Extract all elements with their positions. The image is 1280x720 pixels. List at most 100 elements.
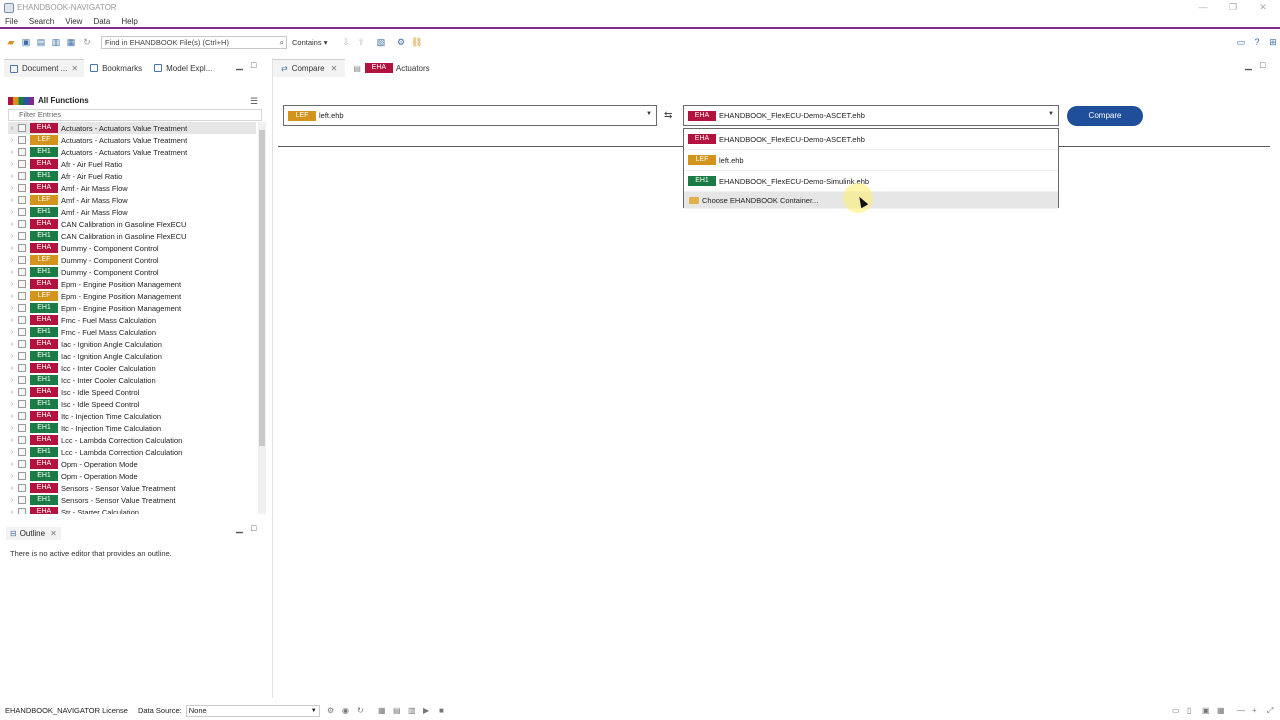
open-folder-icon[interactable]: ▰ — [6, 37, 16, 47]
search-input[interactable]: Find in EHANDBOOK File(s) (Ctrl+H) ⌕ — [101, 36, 287, 49]
expand-chevron-icon[interactable]: › — [8, 509, 16, 515]
tree-row[interactable]: › LEF Actuators - Actuators Value Treatmen… — [8, 134, 256, 146]
zoom-out-icon[interactable]: — — [1237, 706, 1245, 715]
expand-chevron-icon[interactable]: › — [8, 185, 16, 192]
grid-icon[interactable]: ▤ — [393, 706, 401, 715]
expand-chevron-icon[interactable]: › — [8, 305, 16, 312]
search-mode-select[interactable]: Contains ▾ — [290, 36, 334, 49]
layout-icon[interactable]: ▦ — [378, 706, 386, 715]
expand-chevron-icon[interactable]: › — [8, 293, 16, 300]
close-icon[interactable]: ✕ — [331, 64, 338, 73]
tree-row[interactable]: › EH1 Afr - Air Fuel Ratio — [8, 170, 256, 182]
tree-row[interactable]: › EHA Opm - Operation Mode — [8, 458, 256, 470]
tree-row[interactable]: › EHA Lcc - Lambda Correction Calculation — [8, 434, 256, 446]
tree-row[interactable]: › EHA Str - Starter Calculation — [8, 506, 256, 514]
menu-search[interactable]: Search — [29, 17, 54, 26]
expand-chevron-icon[interactable]: › — [8, 413, 16, 420]
play-icon[interactable]: ▶ — [423, 706, 429, 715]
tree-row[interactable]: › EHA Actuators - Actuators Value Treatmen… — [8, 122, 256, 134]
tree-row[interactable]: › EHA Amf - Air Mass Flow — [8, 182, 256, 194]
tree-row[interactable]: › EH1 Iac - Ignition Angle Calculation — [8, 350, 256, 362]
tree-row[interactable]: › EHA CAN Calibration in Gasoline FlexECU — [8, 218, 256, 230]
maximize-panel-icon[interactable]: □ — [251, 60, 256, 70]
expand-chevron-icon[interactable]: › — [8, 449, 16, 456]
zoom-in-icon[interactable]: + — [1252, 706, 1257, 715]
print-icon[interactable]: ▥ — [51, 37, 61, 47]
document-icon[interactable]: ▤ — [36, 37, 46, 47]
tree-row[interactable]: › EHA Afr - Air Fuel Ratio — [8, 158, 256, 170]
fit-icon[interactable]: ⤢ — [1267, 706, 1273, 716]
stop-icon[interactable]: ■ — [439, 706, 444, 715]
tree-row[interactable]: › EH1 Amf - Air Mass Flow — [8, 206, 256, 218]
expand-chevron-icon[interactable]: › — [8, 497, 16, 504]
swap-icon[interactable]: ⇆ — [664, 110, 672, 121]
minimize-panel-icon[interactable]: ▁ — [236, 523, 243, 534]
expand-chevron-icon[interactable]: › — [8, 233, 16, 240]
chevron-down-icon[interactable]: ▼ — [1048, 111, 1054, 117]
tree-row[interactable]: › EH1 Itc - Injection Time Calculation — [8, 422, 256, 434]
expand-chevron-icon[interactable]: › — [8, 353, 16, 360]
refresh-icon[interactable]: ↻ — [82, 37, 92, 47]
view-grid-icon[interactable]: ▦ — [1217, 706, 1225, 715]
close-icon[interactable]: ✕ — [50, 529, 57, 538]
tab-document[interactable]: Document ... ✕ — [4, 59, 85, 77]
expand-chevron-icon[interactable]: › — [8, 137, 16, 144]
minimize-editor-icon[interactable]: ▁ — [1245, 60, 1252, 71]
tree-row[interactable]: › EHA Icc - Inter Cooler Calculation — [8, 362, 256, 374]
expand-chevron-icon[interactable]: › — [8, 221, 16, 228]
expand-chevron-icon[interactable]: › — [8, 377, 16, 384]
restore-button[interactable]: ❐ — [1220, 1, 1246, 13]
view-window-icon[interactable]: ▣ — [1202, 706, 1210, 715]
dropdown-option[interactable]: EH1 EHANDBOOK_FlexECU-Demo-Simulink.ehb — [684, 171, 1058, 192]
expand-chevron-icon[interactable]: › — [8, 401, 16, 408]
expand-chevron-icon[interactable]: › — [8, 389, 16, 396]
expand-chevron-icon[interactable]: › — [8, 461, 16, 468]
close-button[interactable]: ✕ — [1250, 1, 1276, 13]
expand-chevron-icon[interactable]: › — [8, 365, 16, 372]
menu-view[interactable]: View — [65, 17, 82, 26]
tab-model-explorer[interactable]: Model Expl... — [148, 59, 218, 77]
help-icon[interactable]: ? — [1252, 37, 1262, 47]
right-file-combo[interactable]: EHA EHANDBOOK_FlexECU-Demo-ASCET.ehb ▼ — [683, 105, 1059, 126]
export-icon[interactable]: ▦ — [66, 37, 76, 47]
expand-chevron-icon[interactable]: › — [8, 257, 16, 264]
tree-row[interactable]: › EHA Sensors - Sensor Value Treatment — [8, 482, 256, 494]
tree-row[interactable]: › EH1 CAN Calibration in Gasoline FlexECU — [8, 230, 256, 242]
tree-row[interactable]: › EH1 Fmc - Fuel Mass Calculation — [8, 326, 256, 338]
link-icon[interactable]: ⛓ — [411, 37, 422, 47]
tree-row[interactable]: › EHA Epm - Engine Position Management — [8, 278, 256, 290]
menu-data[interactable]: Data — [93, 17, 110, 26]
scrollbar-thumb[interactable] — [259, 130, 265, 446]
tree-row[interactable]: › EHA Dummy - Component Control — [8, 242, 256, 254]
expand-chevron-icon[interactable]: › — [8, 281, 16, 288]
tree-row[interactable]: › LEF Amf - Air Mass Flow — [8, 194, 256, 206]
reload-icon[interactable]: ↻ — [357, 706, 364, 715]
tab-actuators[interactable]: ▤ EHA Actuators — [345, 59, 437, 77]
eye-icon[interactable]: ◉ — [342, 706, 349, 715]
expand-chevron-icon[interactable]: › — [8, 149, 16, 156]
expand-chevron-icon[interactable]: › — [8, 161, 16, 168]
compare-button[interactable]: Compare — [1067, 106, 1143, 126]
tree-row[interactable]: › LEF Epm - Engine Position Management — [8, 290, 256, 302]
tree-row[interactable]: › EHA Itc - Injection Time Calculation — [8, 410, 256, 422]
minimize-button[interactable]: — — [1190, 1, 1216, 13]
tree-row[interactable]: › EHA Fmc - Fuel Mass Calculation — [8, 314, 256, 326]
tree-row[interactable]: › LEF Dummy - Component Control — [8, 254, 256, 266]
maximize-editor-icon[interactable]: □ — [1260, 60, 1265, 70]
tab-outline[interactable]: ⊟ Outline ✕ — [6, 527, 61, 540]
gear-icon[interactable]: ⚙ — [327, 706, 334, 715]
expand-chevron-icon[interactable]: › — [8, 209, 16, 216]
expand-chevron-icon[interactable]: › — [8, 125, 16, 132]
tree-scrollbar[interactable] — [258, 122, 266, 514]
expand-chevron-icon[interactable]: › — [8, 317, 16, 324]
tree-row[interactable]: › EH1 Lcc - Lambda Correction Calculation — [8, 446, 256, 458]
tree-row[interactable]: › EH1 Opm - Operation Mode — [8, 470, 256, 482]
tab-bookmarks[interactable]: Bookmarks — [84, 59, 148, 77]
bookmark-icon[interactable]: ▧ — [376, 37, 386, 47]
tab-compare[interactable]: ⇄ Compare ✕ — [273, 59, 346, 77]
view-menu-icon[interactable]: ☰ — [250, 96, 258, 107]
left-file-combo[interactable]: LEF left.ehb ▼ — [283, 105, 657, 126]
expand-chevron-icon[interactable]: › — [8, 485, 16, 492]
tree-row[interactable]: › EHA Iac - Ignition Angle Calculation — [8, 338, 256, 350]
expand-chevron-icon[interactable]: › — [8, 425, 16, 432]
